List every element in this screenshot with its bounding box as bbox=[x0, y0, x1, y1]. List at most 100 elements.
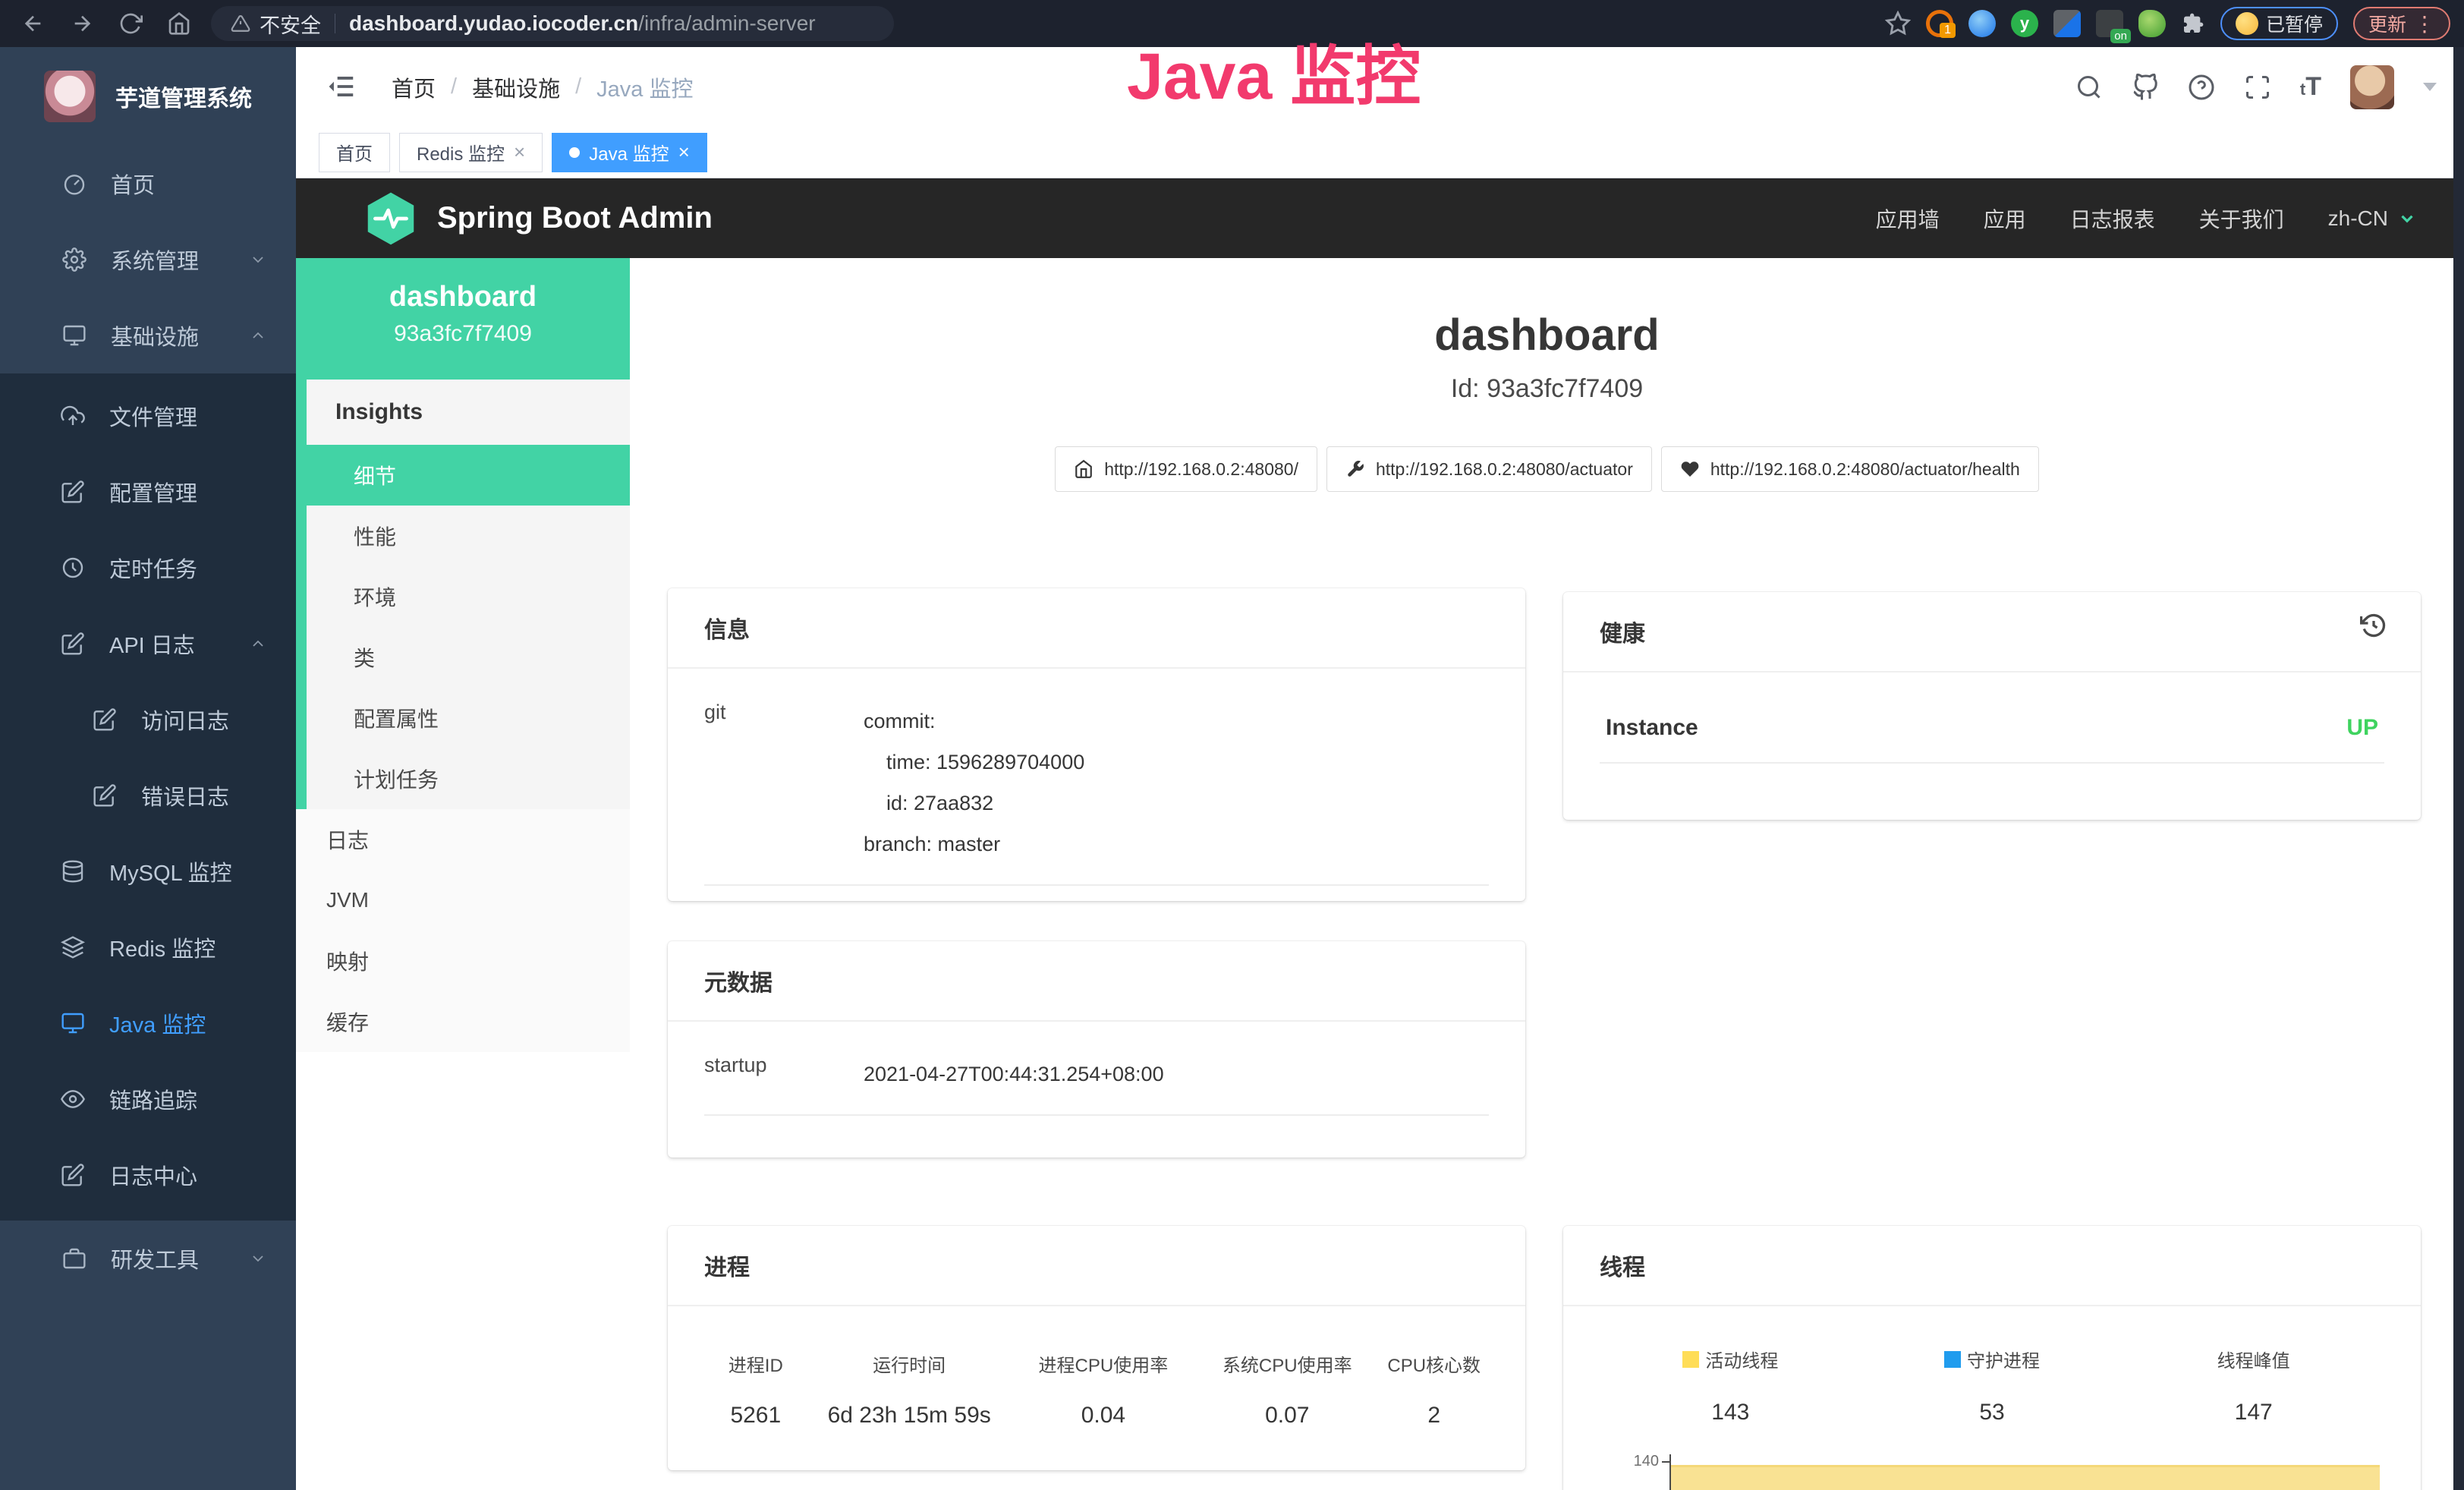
app-logo-row[interactable]: 芋道管理系统 bbox=[0, 47, 296, 146]
extension-icon-grid[interactable] bbox=[2053, 10, 2081, 37]
health-card-title: 健康 bbox=[1600, 622, 1645, 647]
instance-id-line: Id: 93a3fc7f7409 bbox=[630, 374, 2464, 404]
sidebar-item-error-log[interactable]: 错误日志 bbox=[0, 758, 296, 833]
sidebar-item-job[interactable]: 定时任务 bbox=[0, 530, 296, 606]
font-size-icon[interactable]: tT bbox=[2300, 72, 2321, 102]
fullscreen-icon[interactable] bbox=[2244, 74, 2271, 101]
history-icon[interactable] bbox=[2360, 612, 2387, 639]
extension-icon-leaf[interactable] bbox=[2138, 10, 2166, 37]
health-card-header: 健康 bbox=[1563, 592, 2421, 673]
dashboard-icon bbox=[62, 172, 87, 196]
side-item-logs[interactable]: 日志 bbox=[296, 809, 630, 870]
briefcase-icon bbox=[62, 1246, 87, 1271]
instance-hero: dashboard Id: 93a3fc7f7409 http://192.16… bbox=[630, 310, 2464, 492]
extension-icon-drop[interactable] bbox=[1968, 10, 1996, 37]
security-label: 不安全 bbox=[260, 9, 321, 39]
instance-header[interactable]: dashboard 93a3fc7f7409 bbox=[296, 258, 630, 380]
metadata-key: startup bbox=[704, 1054, 864, 1095]
extension-icon-orange[interactable]: 1 bbox=[1926, 10, 1953, 37]
sidebar-item-mysql[interactable]: MySQL 监控 bbox=[0, 833, 296, 909]
breadcrumb-home[interactable]: 首页 bbox=[392, 71, 436, 103]
breadcrumb-current: Java 监控 bbox=[596, 71, 693, 103]
sidebar-item-trace[interactable]: 链路追踪 bbox=[0, 1061, 296, 1137]
side-item-scheduled-tasks[interactable]: 计划任务 bbox=[296, 748, 630, 809]
instance-links: http://192.168.0.2:48080/ http://192.168… bbox=[630, 446, 2464, 492]
sidebar-item-config[interactable]: 配置管理 bbox=[0, 454, 296, 530]
help-icon[interactable] bbox=[2188, 74, 2215, 101]
cloud-upload-icon bbox=[61, 404, 85, 428]
sba-title[interactable]: Spring Boot Admin bbox=[437, 201, 713, 235]
instance-name: dashboard bbox=[296, 281, 630, 313]
tab-home[interactable]: 首页 bbox=[319, 133, 390, 172]
bookmark-star-icon[interactable] bbox=[1885, 11, 1911, 36]
close-icon[interactable]: × bbox=[514, 140, 525, 164]
layers-icon bbox=[61, 935, 85, 959]
cpu-cores: 2 bbox=[1386, 1403, 1481, 1429]
address-bar[interactable]: 不安全 dashboard.yudao.iocoder.cn/infra/adm… bbox=[211, 6, 894, 41]
extensions-puzzle-icon[interactable] bbox=[2181, 11, 2205, 36]
side-item-classes[interactable]: 类 bbox=[296, 627, 630, 688]
side-item-caches[interactable]: 缓存 bbox=[296, 991, 630, 1052]
sidebar-item-system[interactable]: 系统管理 bbox=[0, 222, 296, 298]
actuator-url-button[interactable]: http://192.168.0.2:48080/actuator bbox=[1326, 446, 1652, 492]
security-warning-icon bbox=[231, 14, 250, 33]
sidebar-item-api-log[interactable]: API 日志 bbox=[0, 606, 296, 682]
window-right-edge bbox=[2453, 47, 2464, 1490]
browser-back-button[interactable] bbox=[18, 8, 49, 39]
avatar[interactable] bbox=[2350, 65, 2394, 109]
browser-refresh-button[interactable] bbox=[115, 8, 146, 39]
tab-redis-monitor[interactable]: Redis 监控 × bbox=[399, 133, 543, 172]
admin-sidebar: 芋道管理系统 首页 系统管理 基础设施 文件管理 配置管理 bbox=[0, 47, 296, 1490]
sidebar-item-java[interactable]: Java 监控 bbox=[0, 985, 296, 1061]
edit-icon bbox=[61, 480, 85, 504]
health-url-button[interactable]: http://192.168.0.2:48080/actuator/health bbox=[1661, 446, 2039, 492]
tab-java-monitor[interactable]: Java 监控 × bbox=[552, 133, 707, 172]
extension-icon-switch[interactable]: on bbox=[2096, 10, 2123, 37]
side-item-jvm[interactable]: JVM bbox=[296, 870, 630, 931]
language-selector[interactable]: zh-CN bbox=[2328, 206, 2417, 231]
browser-menu-icon[interactable]: ⋮ bbox=[2414, 11, 2435, 36]
metadata-startup-row: startup 2021-04-27T00:44:31.254+08:00 bbox=[704, 1054, 1489, 1116]
health-instance-row[interactable]: Instance UP bbox=[1600, 704, 2384, 764]
side-item-details[interactable]: 细节 bbox=[296, 445, 630, 506]
service-url-button[interactable]: http://192.168.0.2:48080/ bbox=[1055, 446, 1317, 492]
instance-main: dashboard Id: 93a3fc7f7409 http://192.16… bbox=[630, 258, 2464, 1490]
sidebar-toggle-button[interactable] bbox=[328, 72, 358, 102]
browser-home-button[interactable] bbox=[164, 8, 194, 39]
sba-nav-wallboard[interactable]: 应用墙 bbox=[1876, 203, 1940, 234]
sidebar-item-infra[interactable]: 基础设施 bbox=[0, 298, 296, 373]
extension-badge: 1 bbox=[1940, 23, 1956, 38]
url-path: /infra/admin-server bbox=[638, 11, 815, 35]
sba-nav-about[interactable]: 关于我们 bbox=[2199, 203, 2284, 234]
github-icon[interactable] bbox=[2132, 74, 2159, 101]
tag-view-bar: 首页 Redis 监控 × Java 监控 × bbox=[296, 127, 2464, 178]
paused-badge[interactable]: 已暂停 bbox=[2220, 7, 2338, 40]
spring-boot-admin-logo bbox=[366, 191, 416, 246]
url-host: dashboard.yudao.iocoder.cn bbox=[349, 11, 638, 35]
sba-nav-applications[interactable]: 应用 bbox=[1984, 203, 2026, 234]
extension-icon-y[interactable]: y bbox=[2011, 10, 2038, 37]
side-item-metrics[interactable]: 性能 bbox=[296, 506, 630, 566]
sidebar-item-home[interactable]: 首页 bbox=[0, 146, 296, 222]
daemon-threads-value: 53 bbox=[1861, 1400, 2123, 1425]
sidebar-item-redis[interactable]: Redis 监控 bbox=[0, 909, 296, 985]
sba-nav-journal[interactable]: 日志报表 bbox=[2070, 203, 2155, 234]
search-icon[interactable] bbox=[2075, 74, 2103, 101]
sidebar-item-dev-tools[interactable]: 研发工具 bbox=[0, 1221, 296, 1296]
breadcrumb: 首页 / 基础设施 / Java 监控 bbox=[392, 71, 693, 103]
close-icon[interactable]: × bbox=[678, 140, 690, 164]
sidebar-item-file[interactable]: 文件管理 bbox=[0, 378, 296, 454]
side-item-config-props[interactable]: 配置属性 bbox=[296, 688, 630, 748]
sidebar-item-access-log[interactable]: 访问日志 bbox=[0, 682, 296, 758]
threads-chart: 140 120 100 bbox=[1600, 1453, 2384, 1490]
gear-icon bbox=[62, 247, 87, 272]
browser-forward-button[interactable] bbox=[67, 8, 97, 39]
update-button[interactable]: 更新 ⋮ bbox=[2353, 7, 2450, 40]
process-card-title: 进程 bbox=[668, 1226, 1525, 1306]
breadcrumb-infra[interactable]: 基础设施 bbox=[472, 71, 560, 103]
side-item-mappings[interactable]: 映射 bbox=[296, 931, 630, 991]
threads-legend: 活动线程 143 守护进程 53 线程峰值 147 bbox=[1600, 1346, 2384, 1425]
side-item-environment[interactable]: 环境 bbox=[296, 566, 630, 627]
sidebar-item-log-center[interactable]: 日志中心 bbox=[0, 1137, 296, 1213]
user-menu-caret-icon[interactable] bbox=[2423, 83, 2437, 91]
